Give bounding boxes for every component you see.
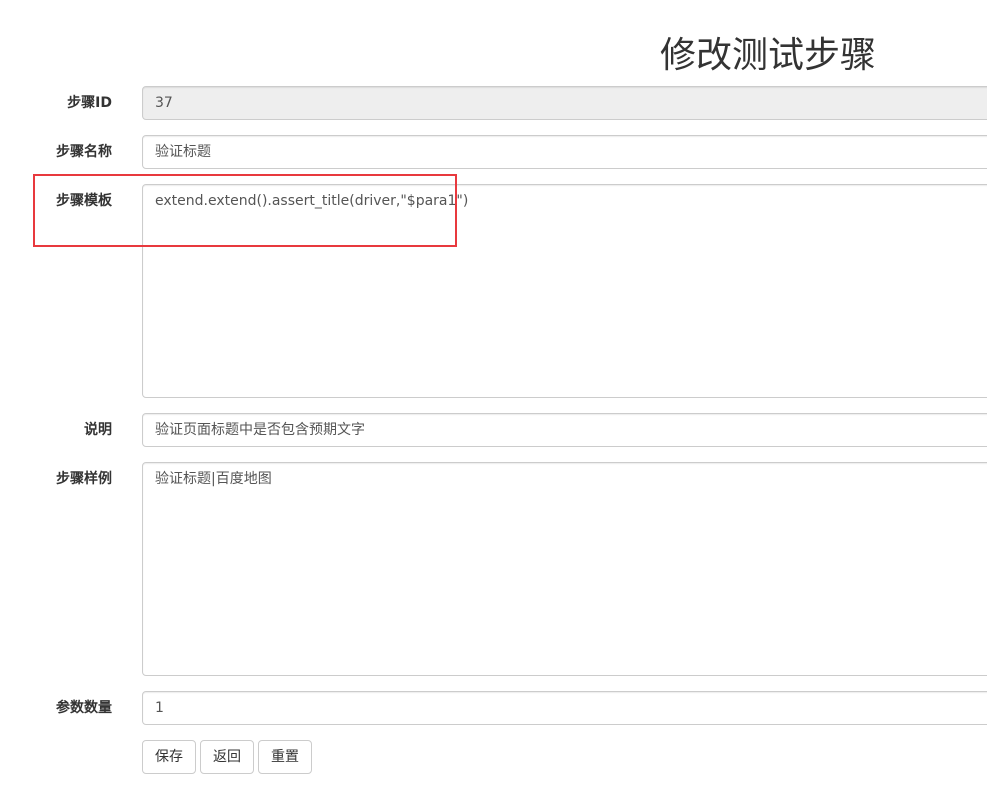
step-id-input[interactable]: 37 <box>142 86 987 120</box>
page-title: 修改测试步骤 <box>660 35 877 76</box>
step-name-label: 步骤名称 <box>56 144 112 160</box>
param-count-input[interactable]: 1 <box>142 691 987 725</box>
step-template-textarea[interactable]: extend.extend().assert_title(driver,"$pa… <box>142 184 987 398</box>
save-button[interactable]: 保存 <box>142 740 196 774</box>
step-template-label: 步骤模板 <box>56 193 112 209</box>
description-input[interactable]: 验证页面标题中是否包含预期文字 <box>142 413 987 447</box>
reset-button[interactable]: 重置 <box>258 740 312 774</box>
param-count-label: 参数数量 <box>56 700 112 716</box>
step-name-input[interactable]: 验证标题 <box>142 135 987 169</box>
back-button[interactable]: 返回 <box>200 740 254 774</box>
description-label: 说明 <box>84 422 112 438</box>
step-example-label: 步骤样例 <box>56 471 112 487</box>
step-example-textarea[interactable]: 验证标题|百度地图 <box>142 462 987 676</box>
step-id-label: 步骤ID <box>67 95 112 111</box>
